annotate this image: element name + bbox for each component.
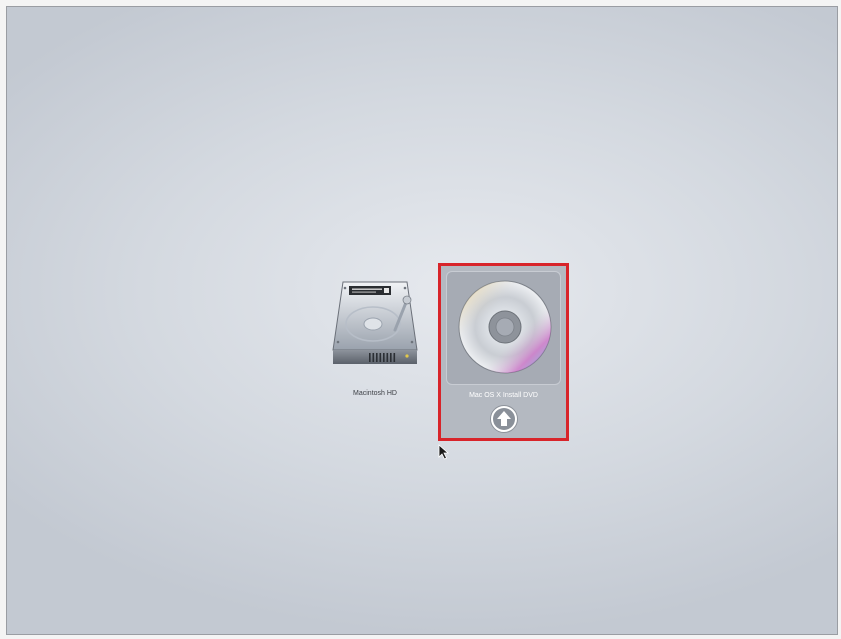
startup-manager-screen: Macintosh HD Mac OS X Install DVD [6,6,838,635]
photo-frame: Macintosh HD Mac OS X Install DVD [0,0,841,639]
volume-install-dvd[interactable]: Mac OS X Install DVD [438,263,569,441]
mouse-pointer-icon [438,444,450,460]
volume-label: Macintosh HD [353,390,397,397]
volume-macintosh-hd[interactable]: Macintosh HD [325,278,425,403]
hard-drive-icon [332,281,418,364]
up-arrow-icon[interactable] [489,404,519,434]
volume-label: Mac OS X Install DVD [469,392,538,399]
dvd-icon [458,280,552,374]
selection-tile [446,271,561,385]
